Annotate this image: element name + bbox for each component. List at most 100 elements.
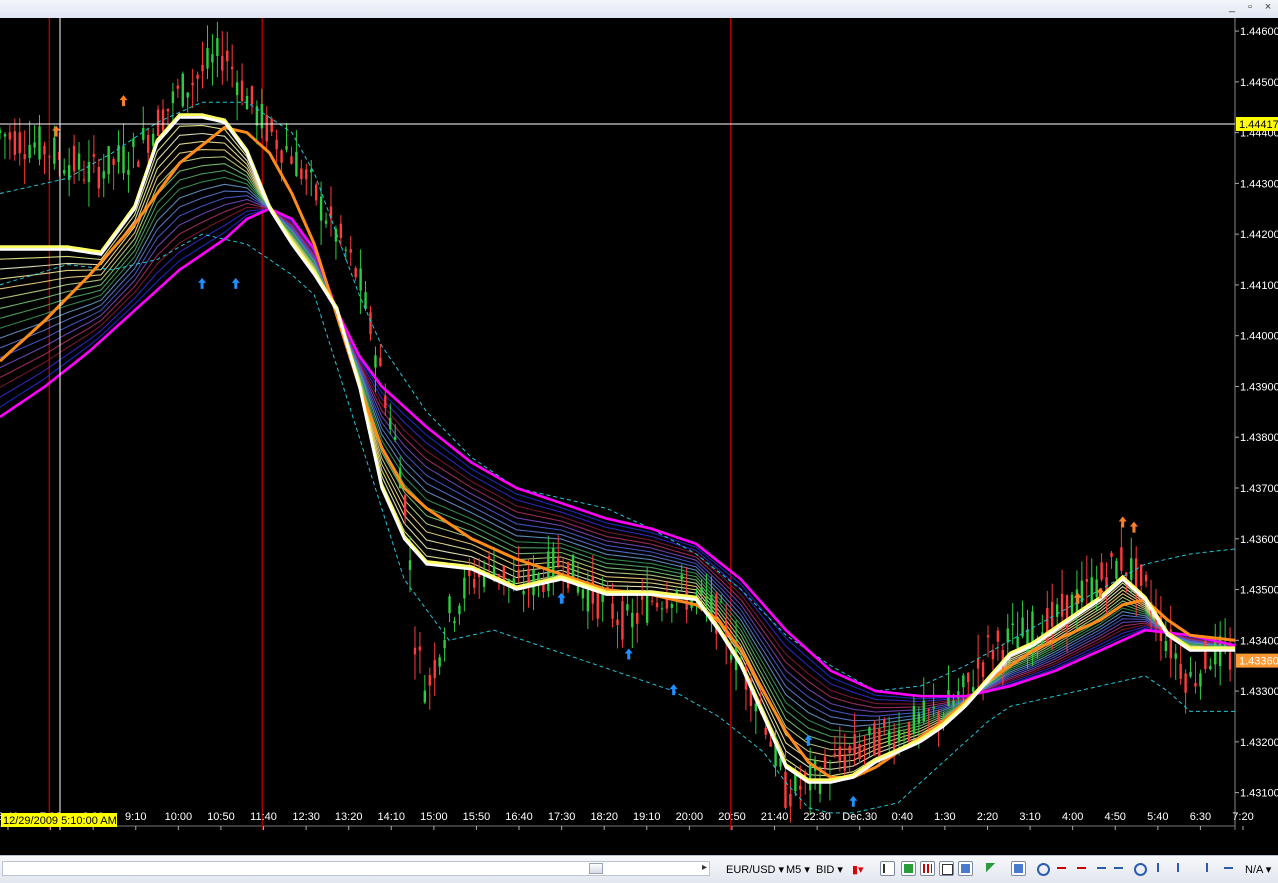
- candle-body: [1120, 547, 1123, 571]
- x-tick-label-15: 19:10: [633, 811, 661, 823]
- candle-type-icon[interactable]: ▮▾: [852, 863, 864, 876]
- x-tick-label-7: 12:30: [292, 811, 320, 823]
- zoom-out-icon[interactable]: [1132, 861, 1147, 876]
- zoom-range-icon[interactable]: [1112, 861, 1127, 876]
- candle-body: [156, 109, 160, 137]
- price-chart[interactable]: 1.44600 1.44500 1.44400 1.44300 1.44200 1.441…: [0, 18, 1278, 830]
- candle-body: [384, 395, 387, 409]
- candle-body: [171, 91, 175, 104]
- candle-body: [631, 612, 634, 628]
- candle-body: [636, 612, 639, 624]
- candle-body: [764, 727, 767, 735]
- candle-body: [463, 577, 466, 599]
- candle-body: [379, 357, 382, 366]
- candle-body: [858, 744, 861, 760]
- scroll-right-icon-2[interactable]: [1075, 861, 1090, 876]
- candle-body: [971, 687, 975, 692]
- candle-body: [191, 82, 194, 86]
- x-tick-label-10: 15:00: [420, 811, 448, 823]
- chart-scrollbar[interactable]: ▸: [2, 861, 710, 876]
- candle-body: [23, 154, 26, 160]
- candle-body: [626, 604, 629, 611]
- candle-body: [186, 92, 189, 98]
- bar-chart-icon[interactable]: [880, 861, 895, 876]
- candle-body: [102, 171, 105, 179]
- close-icon[interactable]: ×: [1262, 1, 1274, 13]
- candle-body: [868, 727, 871, 736]
- candle-body: [433, 659, 436, 679]
- template-icon[interactable]: [1011, 861, 1026, 876]
- x-tick-label-8: 13:20: [335, 811, 363, 823]
- scroll-right-icon[interactable]: ▸: [702, 862, 707, 873]
- candle-body: [1115, 560, 1118, 579]
- candle-body: [290, 156, 293, 164]
- candle-body: [705, 596, 708, 604]
- candle-body: [789, 793, 792, 807]
- cursor-icon[interactable]: [984, 861, 999, 876]
- candle-body: [1174, 653, 1177, 659]
- chart-canvas[interactable]: 1.446001.445001.444001.443001.442001.441…: [0, 18, 1278, 830]
- candle-body: [324, 220, 328, 224]
- candle-body: [211, 54, 214, 63]
- x-tick-label-24: 3:10: [1019, 811, 1040, 823]
- candle-body: [680, 574, 683, 580]
- scroll-thumb[interactable]: [589, 863, 603, 874]
- candle-body: [28, 144, 31, 159]
- candle-body: [3, 134, 7, 137]
- candle-body: [1080, 580, 1084, 603]
- indicator-icon[interactable]: [1222, 861, 1237, 876]
- nav-first-icon[interactable]: [1155, 861, 1170, 876]
- zoom-fit-icon[interactable]: [1095, 861, 1110, 876]
- candle-body: [1006, 628, 1009, 643]
- candle-body: [226, 50, 229, 62]
- x-tick-label-28: 6:30: [1190, 811, 1211, 823]
- candle-body: [586, 589, 590, 612]
- candle-body: [354, 268, 357, 278]
- candle-body: [230, 66, 234, 70]
- candle-body: [1184, 673, 1187, 693]
- crosshair-icon[interactable]: [939, 861, 954, 876]
- x-tick-label-25: 4:00: [1062, 811, 1083, 823]
- restore-icon[interactable]: ▫: [1244, 1, 1256, 13]
- scroll-left-icon[interactable]: [1055, 861, 1070, 876]
- symbol-selector[interactable]: EUR/USD ▾: [726, 863, 784, 876]
- candle-body: [300, 168, 303, 179]
- chart-window-icon[interactable]: [958, 861, 973, 876]
- candle-body: [448, 596, 451, 614]
- y-tick-label-10: 1.43600: [1240, 534, 1278, 546]
- candle-body: [127, 169, 130, 176]
- nav-back-icon[interactable]: [1175, 861, 1190, 876]
- candle-body: [848, 746, 851, 753]
- candle-body: [962, 675, 965, 688]
- candle-body: [1199, 673, 1202, 687]
- candle-body: [275, 139, 278, 150]
- candle-body: [1228, 652, 1232, 670]
- candle-body: [769, 741, 772, 747]
- price-type-selector[interactable]: BID ▾: [816, 863, 843, 876]
- minimize-icon[interactable]: _: [1226, 1, 1238, 13]
- candle-body: [33, 142, 36, 148]
- candle-body: [641, 596, 644, 600]
- candle-body: [1110, 552, 1113, 558]
- candle-body: [339, 223, 343, 238]
- y-tick-label-15: 1.43100: [1240, 788, 1278, 800]
- na-selector[interactable]: N/A ▾: [1245, 863, 1271, 876]
- zoom-in-icon[interactable]: [1035, 861, 1050, 876]
- x-tick-label-27: 5:40: [1147, 811, 1168, 823]
- candle-body: [1209, 666, 1212, 669]
- current-price-label: 1.43360: [1239, 656, 1278, 668]
- candle-body: [1139, 564, 1143, 586]
- y-tick-label-13: 1.43300: [1240, 686, 1278, 698]
- candle-body: [996, 630, 1000, 642]
- candle-body: [112, 158, 115, 165]
- candle-body: [310, 169, 313, 173]
- x-tick-label-23: 2:20: [977, 811, 998, 823]
- candle-body: [754, 703, 758, 712]
- candle-body: [991, 649, 995, 660]
- nav-last-icon[interactable]: [1195, 861, 1210, 876]
- candlestick-icon[interactable]: [901, 861, 916, 876]
- candle-body: [670, 604, 674, 608]
- timeframe-selector[interactable]: M5 ▾: [786, 863, 810, 876]
- grid-icon[interactable]: [920, 861, 935, 876]
- candle-body: [967, 672, 970, 683]
